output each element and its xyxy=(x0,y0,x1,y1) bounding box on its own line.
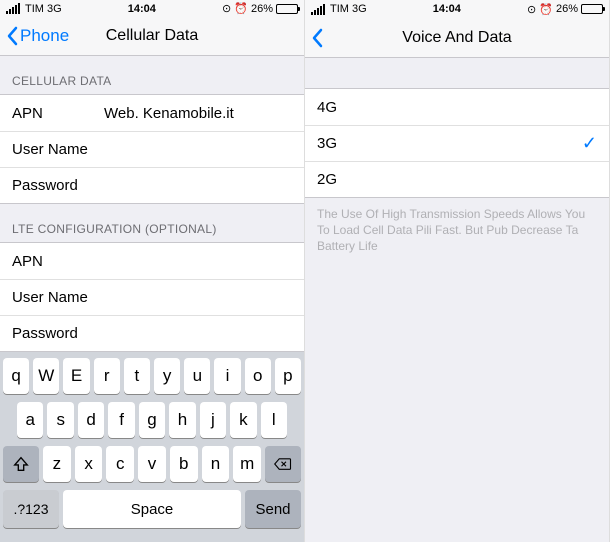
signal-icon xyxy=(6,3,20,14)
key-m[interactable]: m xyxy=(233,446,261,482)
signal-icon xyxy=(311,4,325,15)
chevron-left-icon xyxy=(311,28,323,48)
password-label: Password xyxy=(12,177,104,194)
lte-apn-input[interactable] xyxy=(104,253,303,270)
keyboard-row-1: qWErtyuiop xyxy=(3,358,301,394)
carrier-label: TIM xyxy=(330,3,349,15)
battery-pct: 26% xyxy=(251,3,273,15)
key-q[interactable]: q xyxy=(3,358,29,394)
chevron-left-icon xyxy=(6,26,18,46)
clock: 14:04 xyxy=(367,3,527,15)
keyboard-row-3: zxcvbnm xyxy=(3,446,301,482)
key-c[interactable]: c xyxy=(106,446,134,482)
shift-icon xyxy=(12,455,30,473)
lte-password-label: Password xyxy=(12,325,104,342)
cellular-data-group: APN User Name Password xyxy=(0,94,304,204)
key-v[interactable]: v xyxy=(138,446,166,482)
key-t[interactable]: t xyxy=(124,358,150,394)
nav-bar: Phone Cellular Data xyxy=(0,17,304,56)
username-label: User Name xyxy=(12,141,104,158)
key-b[interactable]: b xyxy=(170,446,198,482)
lte-password-row[interactable]: Password xyxy=(0,315,304,351)
back-label: Phone xyxy=(20,26,69,46)
key-s[interactable]: s xyxy=(47,402,73,438)
alarm-icon-2: ⏰ xyxy=(539,3,553,16)
username-input[interactable] xyxy=(104,141,303,158)
numbers-key[interactable]: .?123 xyxy=(3,490,59,528)
lte-password-input[interactable] xyxy=(104,325,303,342)
key-p[interactable]: p xyxy=(275,358,301,394)
key-n[interactable]: n xyxy=(202,446,230,482)
voice-data-options: 4G 3G✓ 2G xyxy=(305,88,609,198)
key-i[interactable]: i xyxy=(214,358,240,394)
apn-input[interactable] xyxy=(104,105,303,122)
option-2g[interactable]: 2G xyxy=(305,161,609,197)
lte-group: APN User Name Password xyxy=(0,242,304,352)
back-button[interactable]: Phone xyxy=(6,26,69,46)
battery-icon xyxy=(276,4,298,14)
footnote: The Use Of High Transmission Speeds Allo… xyxy=(305,198,609,255)
lte-apn-row[interactable]: APN xyxy=(0,243,304,279)
lte-apn-label: APN xyxy=(12,253,104,270)
status-bar: TIM 3G 14:04 ⊙ ⏰ 26% xyxy=(0,0,304,17)
key-z[interactable]: z xyxy=(43,446,71,482)
back-button[interactable] xyxy=(311,28,323,48)
alarm-icon: ⊙ xyxy=(222,2,231,15)
network-label: 3G xyxy=(352,3,367,15)
page-title: Voice And Data xyxy=(305,29,609,47)
nav-bar: Voice And Data xyxy=(305,18,609,58)
key-g[interactable]: g xyxy=(139,402,165,438)
option-label: 4G xyxy=(317,99,597,116)
keyboard-row-2: asdfghjkl xyxy=(3,402,301,438)
carrier-label: TIM xyxy=(25,3,44,15)
key-o[interactable]: o xyxy=(245,358,271,394)
key-l[interactable]: l xyxy=(261,402,287,438)
keyboard-row-4: .?123 Space Send xyxy=(3,490,301,528)
section-header-lte: LTE CONFIGURATION (OPTIONAL) xyxy=(0,204,304,242)
password-input[interactable] xyxy=(104,177,303,194)
clock: 14:04 xyxy=(62,3,222,15)
option-label: 3G xyxy=(317,135,582,152)
key-a[interactable]: a xyxy=(17,402,43,438)
lte-username-input[interactable] xyxy=(104,289,303,306)
send-key[interactable]: Send xyxy=(245,490,301,528)
lte-username-row[interactable]: User Name xyxy=(0,279,304,315)
username-row[interactable]: User Name xyxy=(0,131,304,167)
checkmark-icon: ✓ xyxy=(582,133,597,154)
key-d[interactable]: d xyxy=(78,402,104,438)
backspace-icon xyxy=(274,455,292,473)
network-label: 3G xyxy=(47,3,62,15)
apn-row[interactable]: APN xyxy=(0,95,304,131)
key-r[interactable]: r xyxy=(94,358,120,394)
space-key[interactable]: Space xyxy=(63,490,241,528)
key-j[interactable]: j xyxy=(200,402,226,438)
option-3g[interactable]: 3G✓ xyxy=(305,125,609,161)
key-f[interactable]: f xyxy=(108,402,134,438)
key-e[interactable]: E xyxy=(63,358,89,394)
lte-username-label: User Name xyxy=(12,289,104,306)
section-header-cellular: CELLULAR DATA xyxy=(0,56,304,94)
battery-icon xyxy=(581,4,603,14)
key-y[interactable]: y xyxy=(154,358,180,394)
key-w[interactable]: W xyxy=(33,358,59,394)
password-row[interactable]: Password xyxy=(0,167,304,203)
option-label: 2G xyxy=(317,171,597,188)
backspace-key[interactable] xyxy=(265,446,301,482)
alarm-icon: ⊙ xyxy=(527,3,536,16)
phone-left: TIM 3G 14:04 ⊙ ⏰ 26% Phone Cellular Data… xyxy=(0,0,305,542)
keyboard: qWErtyuiop asdfghjkl zxcvbnm .?123 Space… xyxy=(0,352,304,542)
shift-key[interactable] xyxy=(3,446,39,482)
option-4g[interactable]: 4G xyxy=(305,89,609,125)
key-k[interactable]: k xyxy=(230,402,256,438)
battery-pct: 26% xyxy=(556,3,578,15)
apn-label: APN xyxy=(12,105,104,122)
phone-right: TIM 3G 14:04 ⊙ ⏰ 26% Voice And Data 4G 3G… xyxy=(305,0,610,542)
alarm-icon-2: ⏰ xyxy=(234,2,248,15)
key-h[interactable]: h xyxy=(169,402,195,438)
status-bar: TIM 3G 14:04 ⊙ ⏰ 26% xyxy=(305,0,609,18)
key-x[interactable]: x xyxy=(75,446,103,482)
key-u[interactable]: u xyxy=(184,358,210,394)
